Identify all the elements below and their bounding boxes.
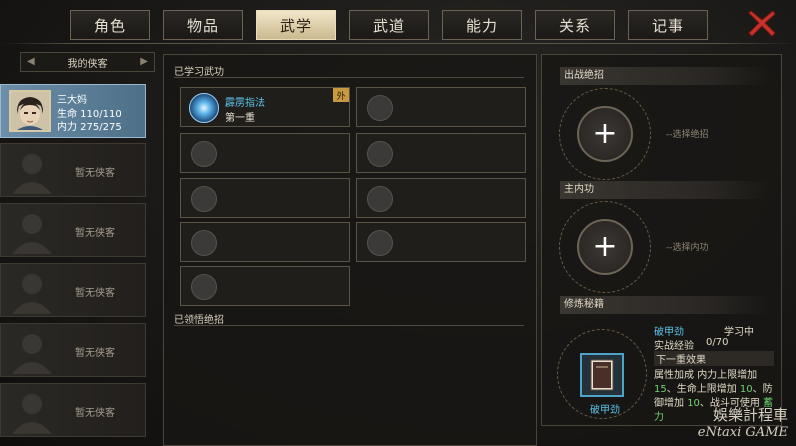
scroll-right-icon[interactable]: ▶ bbox=[140, 56, 148, 67]
exp-label: 实战经验 bbox=[654, 341, 694, 352]
section-divider bbox=[174, 77, 524, 78]
empty-silhouette-icon bbox=[12, 154, 52, 194]
empty-circle-icon bbox=[191, 141, 217, 167]
tab-abilities[interactable]: 能力 bbox=[442, 10, 522, 40]
hero-slot-empty[interactable]: 暂无侠客 bbox=[0, 203, 146, 257]
tab-character[interactable]: 角色 bbox=[70, 10, 150, 40]
skill-slot-empty[interactable] bbox=[356, 133, 526, 173]
empty-circle-icon bbox=[367, 95, 393, 121]
skill-slot-empty[interactable] bbox=[180, 222, 350, 262]
skill-slot-empty[interactable] bbox=[180, 178, 350, 218]
empty-silhouette-icon bbox=[12, 274, 52, 314]
skills-panel: 已学习武功 霹雳指法 第一重 外 已领悟绝招 bbox=[163, 54, 537, 446]
skill-slot-empty[interactable] bbox=[356, 178, 526, 218]
empty-slot-label: 暂无侠客 bbox=[75, 228, 115, 239]
scroll-left-icon[interactable]: ◀ bbox=[27, 56, 35, 67]
combat-move-hint: --选择绝招 bbox=[666, 130, 709, 140]
internal-skill-title: 主内功 bbox=[560, 181, 770, 199]
equip-panel: 出战绝招 + --选择绝招 主内功 + --选择内功 修炼秘籍 破甲劲 破甲劲 … bbox=[541, 54, 782, 426]
empty-circle-icon bbox=[367, 141, 393, 167]
lightning-palm-icon bbox=[189, 93, 219, 123]
skill-level: 第一重 bbox=[225, 113, 255, 124]
tab-items[interactable]: 物品 bbox=[163, 10, 243, 40]
manual-slot[interactable] bbox=[580, 353, 624, 397]
add-combat-move-button[interactable]: + bbox=[577, 106, 633, 162]
internal-skill-hint: --选择内功 bbox=[666, 243, 709, 253]
book-icon bbox=[590, 359, 614, 391]
empty-slot-label: 暂无侠客 bbox=[75, 168, 115, 179]
hero-slot-empty[interactable]: 暂无侠客 bbox=[0, 143, 146, 197]
combat-move-title: 出战绝招 bbox=[560, 67, 770, 85]
tab-relations[interactable]: 关系 bbox=[535, 10, 615, 40]
watermark: 娛樂計程車 eNtaxi GAME bbox=[698, 404, 788, 440]
skill-slot-empty[interactable] bbox=[356, 87, 526, 127]
skill-type-badge: 外 bbox=[333, 88, 349, 102]
skill-name: 霹雳指法 bbox=[225, 98, 265, 109]
empty-circle-icon bbox=[191, 230, 217, 256]
empty-slot-label: 暂无侠客 bbox=[75, 348, 115, 359]
manual-label: 破甲劲 bbox=[590, 405, 620, 416]
watermark-subtitle: eNtaxi GAME bbox=[697, 425, 788, 440]
empty-silhouette-icon bbox=[12, 334, 52, 374]
hero-slot-empty[interactable]: 暂无侠客 bbox=[0, 323, 146, 377]
empty-silhouette-icon bbox=[12, 394, 52, 434]
tab-martial-arts[interactable]: 武学 bbox=[256, 10, 336, 40]
section-divider bbox=[174, 325, 524, 326]
empty-silhouette-icon bbox=[12, 214, 52, 254]
manual-status: 学习中 bbox=[724, 327, 754, 338]
cultivation-title: 修炼秘籍 bbox=[560, 296, 770, 314]
next-level-effect: 下一重效果 bbox=[654, 351, 774, 366]
header-divider bbox=[0, 43, 796, 44]
hero-mp: 内力 275/275 bbox=[57, 122, 122, 133]
tab-journal[interactable]: 记事 bbox=[628, 10, 708, 40]
watermark-title: 娛樂計程車 bbox=[712, 406, 788, 424]
skill-slot-empty[interactable] bbox=[356, 222, 526, 262]
hero-name: 三大妈 bbox=[57, 95, 87, 106]
skill-card[interactable]: 霹雳指法 第一重 外 bbox=[180, 87, 350, 127]
empty-circle-icon bbox=[367, 230, 393, 256]
empty-slot-label: 暂无侠客 bbox=[75, 408, 115, 419]
understood-moves-title: 已领悟绝招 bbox=[174, 315, 224, 326]
skill-slot-empty[interactable] bbox=[180, 266, 350, 306]
hero-list-title: 我的侠客 bbox=[67, 58, 108, 70]
manual-name: 破甲劲 bbox=[654, 327, 684, 338]
hero-slot-empty[interactable]: 暂无侠客 bbox=[0, 383, 146, 437]
add-internal-skill-button[interactable]: + bbox=[577, 219, 633, 275]
close-button[interactable] bbox=[745, 7, 779, 39]
exp-value: 0/70 bbox=[706, 337, 729, 348]
hero-list-header: ◀ 我的侠客 ▶ bbox=[20, 52, 155, 72]
skill-slot-empty[interactable] bbox=[180, 133, 350, 173]
close-icon bbox=[748, 10, 776, 37]
empty-slot-label: 暂无侠客 bbox=[75, 288, 115, 299]
hero-slot-selected[interactable]: 三大妈 生命 110/110 内力 275/275 bbox=[0, 84, 146, 138]
empty-circle-icon bbox=[367, 186, 393, 212]
empty-circle-icon bbox=[191, 186, 217, 212]
learned-skills-title: 已学习武功 bbox=[174, 67, 224, 78]
avatar bbox=[9, 90, 51, 132]
tab-martial-way[interactable]: 武道 bbox=[349, 10, 429, 40]
empty-circle-icon bbox=[191, 274, 217, 300]
hero-slot-empty[interactable]: 暂无侠客 bbox=[0, 263, 146, 317]
